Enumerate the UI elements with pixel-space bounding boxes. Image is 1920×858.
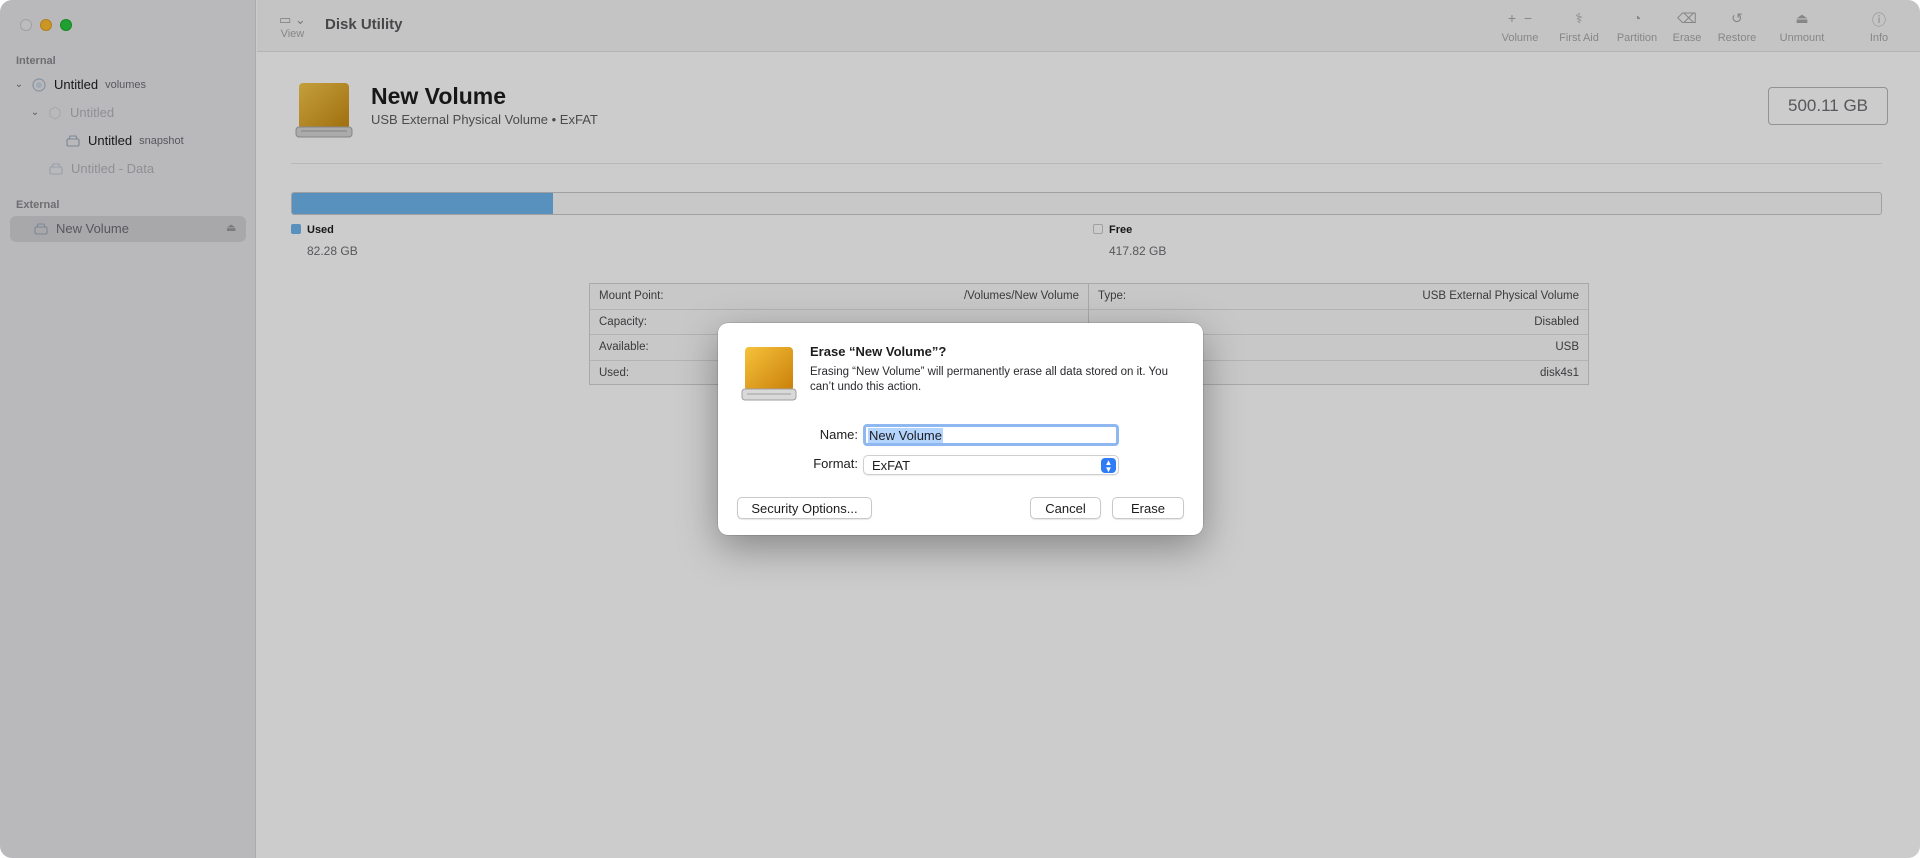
cancel-button[interactable]: Cancel: [1030, 497, 1101, 519]
chevron-up-down-icon[interactable]: ▲ ▼: [1101, 458, 1116, 473]
name-input-value[interactable]: New Volume: [868, 427, 943, 443]
erase-button[interactable]: Erase: [1112, 497, 1184, 519]
dialog-message: Erasing “New Volume” will permanently er…: [810, 366, 1168, 393]
security-options-button[interactable]: Security Options...: [737, 497, 872, 519]
format-select-value: ExFAT: [872, 457, 911, 473]
disk-utility-window: Internal ⌄ Untitled volumes ⌄ Untitled U…: [0, 0, 1920, 858]
erase-dialog: Erase “New Volume”? Erasing “New Volume”…: [718, 323, 1203, 535]
external-drive-icon: [740, 345, 798, 408]
dialog-title: Erase “New Volume”?: [810, 344, 947, 359]
format-label: Format:: [813, 456, 858, 471]
name-input[interactable]: New Volume: [863, 424, 1119, 446]
name-label: Name:: [819, 427, 858, 442]
format-select[interactable]: ExFAT ▲ ▼: [863, 455, 1119, 475]
